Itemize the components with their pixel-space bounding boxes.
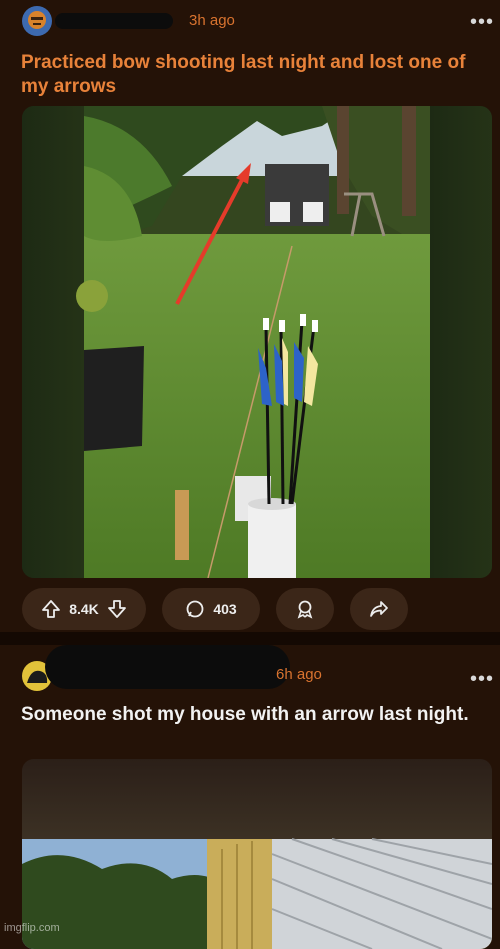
more-icon[interactable]: ••• xyxy=(470,669,494,689)
watermark: imgflip.com xyxy=(4,922,60,934)
post-image[interactable] xyxy=(22,106,492,578)
award-icon xyxy=(297,600,313,619)
upvote-icon[interactable] xyxy=(41,599,61,619)
post-card-2[interactable]: 6h ago ••• Someone shot my house with an… xyxy=(0,645,500,949)
post-image[interactable] xyxy=(22,759,492,949)
share-button[interactable] xyxy=(350,588,408,630)
community-avatar[interactable] xyxy=(22,6,52,36)
redacted-community-name xyxy=(55,13,173,29)
vote-pill[interactable]: 8.4K xyxy=(22,588,146,630)
share-icon xyxy=(370,601,388,617)
post-title[interactable]: Someone shot my house with an arrow last… xyxy=(21,703,481,727)
post-divider xyxy=(0,632,500,645)
upvote-count: 8.4K xyxy=(69,601,99,617)
comment-icon xyxy=(186,600,204,618)
redacted-community-name xyxy=(45,645,290,689)
comment-count: 403 xyxy=(213,601,237,617)
post-timestamp: 6h ago xyxy=(276,666,322,683)
downvote-icon[interactable] xyxy=(107,599,127,619)
post-timestamp: 3h ago xyxy=(189,12,235,29)
award-button[interactable] xyxy=(276,588,334,630)
comments-button[interactable]: 403 xyxy=(162,588,260,630)
post-card-1[interactable]: 3h ago ••• Practiced bow shooting last n… xyxy=(0,0,500,632)
post-title[interactable]: Practiced bow shooting last night and lo… xyxy=(21,51,481,99)
more-icon[interactable]: ••• xyxy=(470,12,494,32)
